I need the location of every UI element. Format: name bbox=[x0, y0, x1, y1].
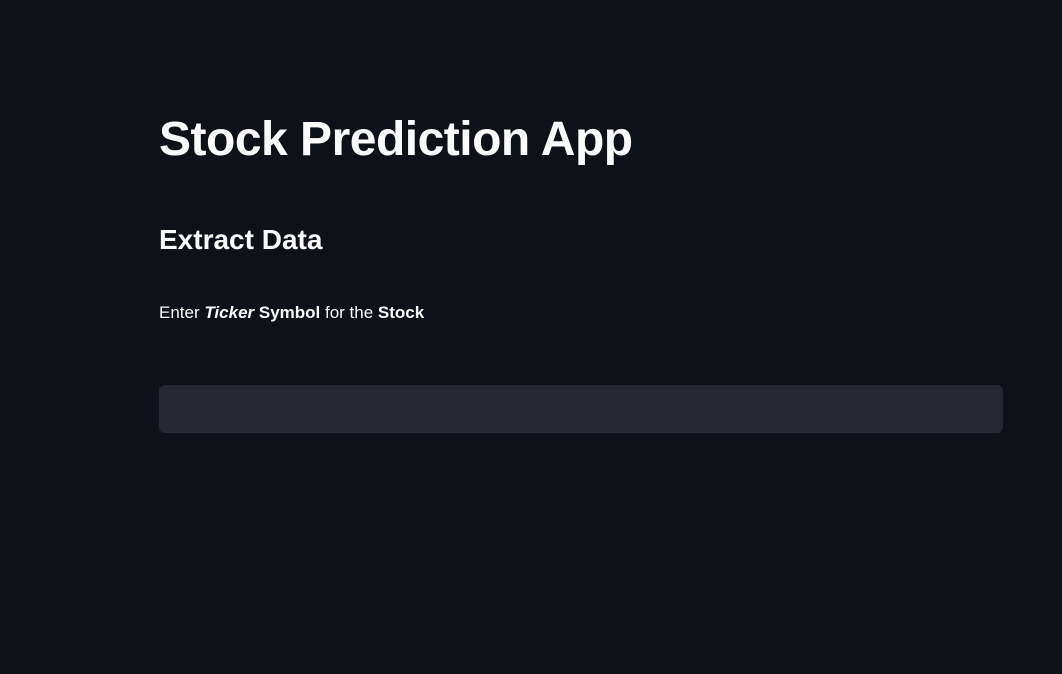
prompt-text-symbol: Symbol bbox=[254, 303, 321, 322]
prompt-text-stock: Stock bbox=[377, 303, 425, 322]
prompt-text-for-the: for the bbox=[320, 303, 378, 322]
ticker-symbol-input[interactable] bbox=[159, 385, 1003, 433]
prompt-text-ticker: Ticker bbox=[204, 303, 255, 322]
ticker-prompt-label: Enter Ticker Symbol for the Stock bbox=[159, 302, 424, 324]
section-heading-extract-data: Extract Data bbox=[159, 224, 323, 255]
page-title: Stock Prediction App bbox=[159, 113, 633, 166]
app-root: Stock Prediction App Extract Data Enter … bbox=[0, 0, 1062, 674]
prompt-text-enter: Enter bbox=[159, 303, 205, 322]
